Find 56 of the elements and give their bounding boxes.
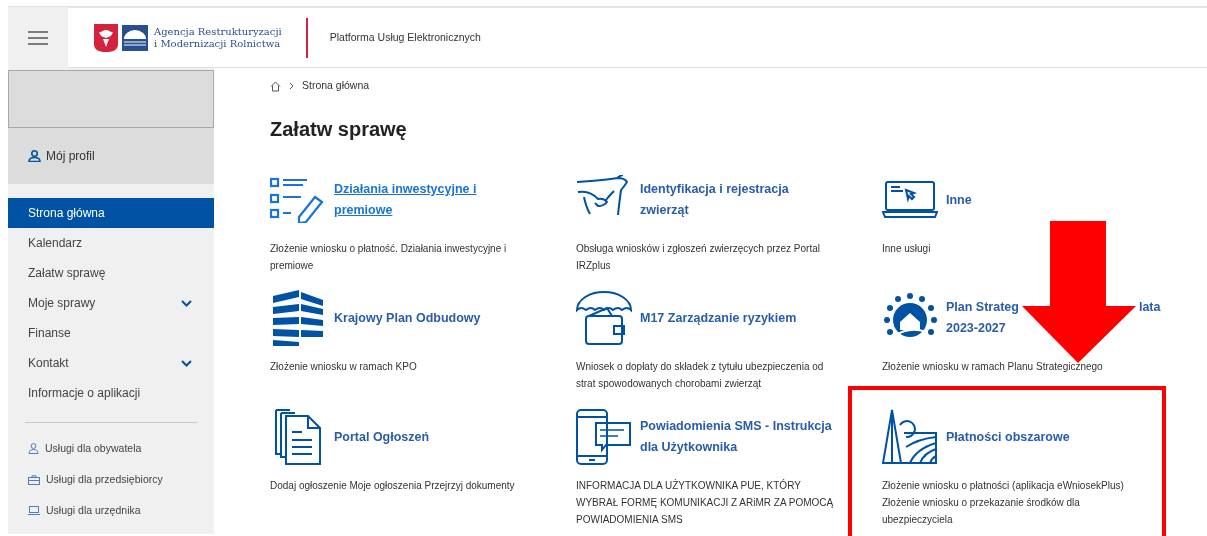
person-icon <box>28 443 39 454</box>
laptop-icon <box>28 506 40 515</box>
laptop-cursor-icon <box>882 180 938 220</box>
nav-item[interactable]: Strona główna <box>8 198 214 228</box>
nav-item[interactable]: Finanse <box>8 318 214 348</box>
service-description: Obsługa wniosków i zgłoszeń zwierzęcych przez Portal IRZplus <box>576 242 821 273</box>
service-title-link[interactable]: Portal Ogłoszeń <box>334 426 430 448</box>
person-icon <box>28 150 41 162</box>
service-title-link[interactable]: dla Użytkownika <box>640 437 738 458</box>
nav-item[interactable]: Załatw sprawę <box>8 258 214 288</box>
service-title-link[interactable]: premiowe <box>334 200 393 221</box>
agency-name: i Modernizacji Rolnictwa <box>154 37 282 50</box>
service-title-link[interactable]: Działania inwestycyjne i <box>334 179 477 200</box>
service-title-link[interactable]: Inne <box>946 189 972 211</box>
service-title-link[interactable]: Krajowy Plan Odbudowy <box>334 307 481 329</box>
breadcrumb-link[interactable]: Strona główna <box>302 78 370 94</box>
phone-chat-icon <box>576 409 632 465</box>
nav-item[interactable]: Kalendarz <box>8 228 214 258</box>
agency-name: Agencja Restrukturyzacji <box>154 25 282 38</box>
service-description: Złożenie wniosku o płatności (aplikacja eWniosekPlus) Złożenie wniosku o przekazanie środków dla ubezpieczyciela <box>882 479 1125 527</box>
nav-item[interactable]: Informacje o aplikacji <box>8 378 214 408</box>
service-description: Złożenie wniosku w ramach KPO <box>270 360 418 374</box>
menu-icon <box>28 30 48 45</box>
building-icon <box>273 290 323 346</box>
umbrella-wallet-icon <box>576 290 632 346</box>
service-title-link[interactable]: Płatności obszarowe <box>946 426 1070 448</box>
service-title-link[interactable]: Plan Strateg <box>946 297 1019 318</box>
service-description: Inne usługi <box>882 242 932 256</box>
service-title-link[interactable]: Identyfikacja i rejestracja <box>640 179 789 200</box>
profile-link[interactable]: Mój profil <box>8 128 214 184</box>
service-description: Dodaj ogłoszenie Moje ogłoszenia Przejrzyj dokumenty <box>270 479 516 493</box>
service-link[interactable]: Usługi dla urzędnika <box>8 495 214 526</box>
tree-field-icon <box>882 409 938 465</box>
chevron-right-icon <box>289 82 294 90</box>
platform-title: Platforma Usług Elektronicznych <box>329 29 481 45</box>
service-title-link[interactable]: 2023-2027 <box>946 318 1006 339</box>
menu-button[interactable] <box>8 6 68 69</box>
service-title-link[interactable]: lata <box>1138 297 1161 318</box>
service-link[interactable]: Usługi dla obywatela <box>8 433 214 464</box>
checklist-pencil-icon <box>270 177 326 223</box>
documents-icon <box>273 409 323 465</box>
briefcase-icon <box>28 474 40 485</box>
nav-item[interactable]: Moje sprawy <box>8 288 214 318</box>
service-description: INFORMACJA DLA UŻYTKOWNIKA PUE, KTÓRY WYBRAŁ FORMĘ KOMUNIKACJI Z ARiMR ZA POMOCĄ POWIADOMIENIA SMS <box>576 478 835 527</box>
page-title: Załatw sprawę <box>270 117 408 142</box>
logo-icon <box>122 24 148 51</box>
service-title-link[interactable]: M17 Zarządzanie ryzykiem <box>640 307 797 329</box>
home-icon[interactable] <box>270 80 281 92</box>
service-description: Złożenie wniosku o płatność. Działania inwestycyjne i premiowe <box>270 242 508 273</box>
service-link[interactable]: Usługi dla przedsiębiorcy <box>8 464 214 495</box>
service-title-link[interactable]: Powiadomienia SMS - Instrukcja <box>640 416 832 437</box>
service-description: Wniosek o dopłaty do składek z tytułu ubezpieczenia od strat spowodowanych chorobami zwierząt <box>576 360 825 391</box>
emblem-icon <box>94 23 118 52</box>
service-description: Złożenie wniosku w ramach Planu Strategicznego <box>882 360 1104 374</box>
service-title-link[interactable]: zwierząt <box>640 200 689 221</box>
nav-item[interactable]: Kontakt <box>8 348 214 378</box>
